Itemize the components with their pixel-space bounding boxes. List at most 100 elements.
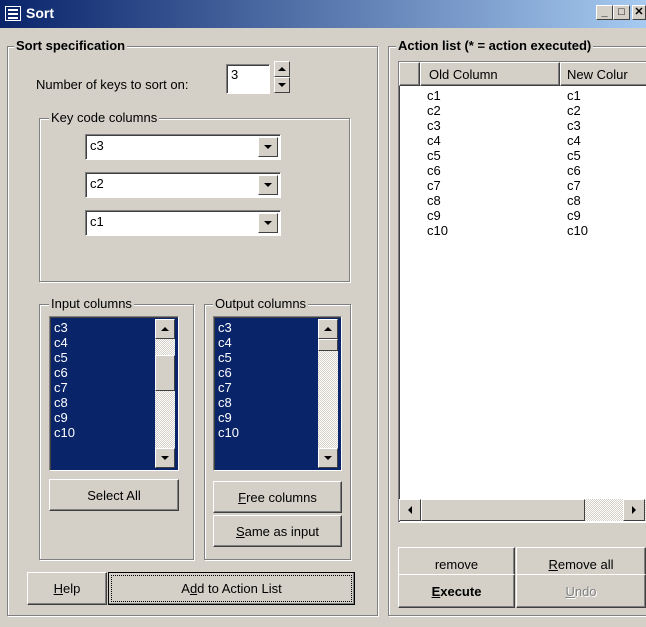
scroll-up-button[interactable] [318, 319, 338, 339]
new-column-cell: c4 [567, 133, 581, 148]
scroll-up-button[interactable] [155, 319, 175, 339]
output-column-item[interactable]: c5 [214, 350, 318, 365]
app-icon [5, 6, 21, 21]
maximize-button[interactable]: □ [613, 5, 630, 20]
dropdown-button[interactable] [258, 137, 278, 157]
new-column-cell: c7 [567, 178, 581, 193]
arrow-right-icon [632, 506, 636, 514]
output-column-item[interactable]: c3 [214, 320, 318, 335]
new-column-cell: c6 [567, 163, 581, 178]
input-columns-list[interactable]: c3 c4 c5 c6 c7 c8 c9 c10 [49, 316, 179, 471]
arrow-left-icon [408, 506, 412, 514]
old-column-cell: c2 [427, 103, 441, 118]
key-column-select-2[interactable]: c2 [85, 172, 281, 198]
same-as-input-button[interactable]: Same as input [213, 515, 342, 547]
add-to-action-list-button[interactable]: Add to Action List [108, 572, 355, 605]
arrow-down-icon [161, 456, 169, 460]
arrow-up-icon [161, 327, 169, 331]
header-new-column[interactable]: New Colur [560, 62, 646, 86]
new-column-cell: c5 [567, 148, 581, 163]
chevron-down-icon [264, 183, 272, 187]
execute-button[interactable]: Execute [398, 574, 515, 608]
output-column-item[interactable]: c7 [214, 380, 318, 395]
action-row[interactable]: c10 c10 [399, 223, 646, 238]
new-column-cell: c9 [567, 208, 581, 223]
input-column-item[interactable]: c8 [50, 395, 155, 410]
scroll-thumb[interactable] [155, 355, 175, 391]
output-column-item[interactable]: c6 [214, 365, 318, 380]
output-columns-list[interactable]: c3 c4 c5 c6 c7 c8 c9 c10 [213, 316, 342, 471]
action-row[interactable]: c5 c5 [399, 148, 646, 163]
key-column-select-1[interactable]: c3 [85, 134, 281, 160]
output-column-item[interactable]: c10 [214, 425, 318, 440]
input-column-item[interactable]: c10 [50, 425, 155, 440]
action-list-hscrollbar[interactable] [399, 499, 646, 521]
arrow-up-icon [324, 327, 332, 331]
close-button[interactable]: ✕ [632, 5, 646, 20]
close-icon: ✕ [634, 6, 644, 18]
old-column-cell: c9 [427, 208, 441, 223]
new-column-cell: c10 [567, 223, 588, 238]
input-column-item[interactable]: c9 [50, 410, 155, 425]
action-list-header: Old Column New Colur [399, 62, 646, 86]
scroll-thumb[interactable] [421, 499, 585, 521]
action-row[interactable]: c8 c8 [399, 193, 646, 208]
spin-down-button[interactable] [274, 77, 290, 93]
old-column-cell: c1 [427, 88, 441, 103]
undo-button: Undo [516, 574, 646, 608]
action-list-view[interactable]: Old Column New Colur c1 c1 c2 c2 c3 c3 c4 c4 c5 c… [398, 61, 646, 523]
scroll-down-button[interactable] [318, 448, 338, 468]
old-column-cell: c5 [427, 148, 441, 163]
scroll-right-button[interactable] [623, 499, 645, 521]
action-row[interactable]: c9 c9 [399, 208, 646, 223]
output-column-item[interactable]: c8 [214, 395, 318, 410]
scroll-thumb[interactable] [318, 339, 338, 351]
minimize-button[interactable]: _ [596, 5, 613, 20]
output-column-item[interactable]: c9 [214, 410, 318, 425]
input-column-item[interactable]: c7 [50, 380, 155, 395]
key-columns-title: Key code columns [49, 110, 160, 125]
scroll-left-button[interactable] [399, 499, 421, 521]
new-column-cell: c1 [567, 88, 581, 103]
action-row[interactable]: c6 c6 [399, 163, 646, 178]
dropdown-button[interactable] [258, 213, 278, 233]
num-keys-input[interactable]: 3 [226, 64, 270, 94]
maximize-icon: □ [618, 6, 625, 18]
action-row[interactable]: c4 c4 [399, 133, 646, 148]
help-button[interactable]: Help [27, 572, 107, 605]
old-column-cell: c6 [427, 163, 441, 178]
chevron-down-icon [264, 145, 272, 149]
free-columns-button[interactable]: Free columns [213, 481, 342, 513]
header-spacer [399, 62, 420, 86]
output-column-item[interactable]: c4 [214, 335, 318, 350]
input-column-item[interactable]: c6 [50, 365, 155, 380]
input-column-item[interactable]: c5 [50, 350, 155, 365]
old-column-cell: c10 [427, 223, 448, 238]
input-columns-title: Input columns [49, 296, 134, 311]
action-row[interactable]: c2 c2 [399, 103, 646, 118]
key-column-select-3[interactable]: c1 [85, 210, 281, 236]
output-scrollbar[interactable] [318, 319, 338, 468]
new-column-cell: c3 [567, 118, 581, 133]
action-list-title: Action list (* = action executed) [396, 38, 594, 53]
input-column-item[interactable]: c4 [50, 335, 155, 350]
arrow-up-icon [278, 67, 286, 71]
title-bar[interactable]: Sort _ □ ✕ [0, 0, 646, 28]
dropdown-button[interactable] [258, 175, 278, 195]
action-row[interactable]: c7 c7 [399, 178, 646, 193]
old-column-cell: c8 [427, 193, 441, 208]
scroll-down-button[interactable] [155, 448, 175, 468]
new-column-cell: c8 [567, 193, 581, 208]
spin-up-button[interactable] [274, 61, 290, 77]
action-row[interactable]: c1 c1 [399, 88, 646, 103]
old-column-cell: c4 [427, 133, 441, 148]
window-title: Sort [26, 5, 54, 21]
input-column-item[interactable]: c3 [50, 320, 155, 335]
select-all-button[interactable]: Select All [49, 479, 179, 511]
header-old-column[interactable]: Old Column [420, 62, 560, 86]
output-columns-title: Output columns [213, 296, 309, 311]
new-column-cell: c2 [567, 103, 581, 118]
action-row[interactable]: c3 c3 [399, 118, 646, 133]
minimize-icon: _ [601, 6, 608, 18]
input-scrollbar[interactable] [155, 319, 175, 468]
